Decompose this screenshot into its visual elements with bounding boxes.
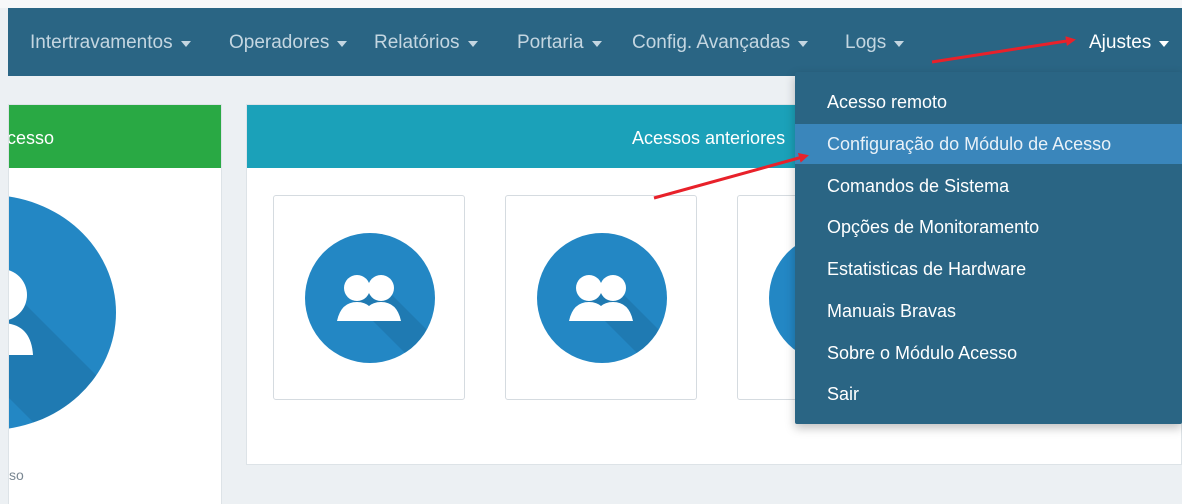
access-card[interactable] bbox=[273, 195, 465, 400]
previous-access-title: Acessos anteriores bbox=[632, 128, 786, 148]
top-navbar: Intertravamentos Operadores Relatórios P… bbox=[8, 8, 1182, 76]
menu-item-acesso-remoto[interactable]: Acesso remoto bbox=[795, 82, 1182, 122]
nav-operadores[interactable]: Operadores bbox=[229, 32, 348, 54]
caret-down-icon bbox=[591, 41, 602, 47]
caret-down-icon bbox=[467, 41, 478, 47]
user-silhouette-icon bbox=[9, 270, 116, 430]
nav-intertravamentos[interactable]: Intertravamentos bbox=[30, 32, 191, 54]
access-panel: cesso so bbox=[8, 104, 222, 504]
caret-down-icon bbox=[1159, 41, 1170, 47]
menu-item-sobre-modulo[interactable]: Sobre o Módulo Acesso bbox=[795, 333, 1182, 373]
nav-ajustes[interactable]: Ajustes bbox=[1089, 32, 1170, 54]
nav-label: Logs bbox=[845, 32, 887, 53]
caret-down-icon bbox=[798, 41, 809, 47]
caret-down-icon bbox=[337, 41, 348, 47]
menu-item-estatisticas-hardware[interactable]: Estatisticas de Hardware bbox=[795, 249, 1182, 289]
nav-label: Operadores bbox=[229, 32, 330, 53]
nav-label: Ajustes bbox=[1089, 32, 1152, 53]
user-group-icon bbox=[305, 233, 435, 363]
menu-item-configuracao-modulo[interactable]: Configuração do Módulo de Acesso bbox=[795, 124, 1182, 164]
menu-item-manuais-bravas[interactable]: Manuais Bravas bbox=[795, 291, 1182, 331]
nav-portaria[interactable]: Portaria bbox=[517, 32, 602, 54]
nav-label: Portaria bbox=[517, 32, 584, 53]
access-panel-header: cesso bbox=[9, 105, 221, 168]
menu-item-comandos-sistema[interactable]: Comandos de Sistema bbox=[795, 166, 1182, 206]
caret-down-icon bbox=[180, 41, 191, 47]
access-panel-footer: so bbox=[9, 467, 24, 483]
menu-item-opcoes-monitoramento[interactable]: Opções de Monitoramento bbox=[795, 207, 1182, 247]
caret-down-icon bbox=[894, 41, 905, 47]
nav-label: Config. Avançadas bbox=[632, 32, 791, 53]
top-strip bbox=[0, 0, 1182, 8]
nav-label: Relatórios bbox=[374, 32, 460, 53]
nav-relatorios[interactable]: Relatórios bbox=[374, 32, 478, 54]
user-group-icon bbox=[537, 233, 667, 363]
access-card[interactable] bbox=[505, 195, 697, 400]
menu-item-sair[interactable]: Sair bbox=[795, 374, 1182, 414]
nav-config-avancadas[interactable]: Config. Avançadas bbox=[632, 32, 809, 54]
nav-logs[interactable]: Logs bbox=[845, 32, 905, 54]
nav-label: Intertravamentos bbox=[30, 32, 173, 53]
user-avatar-icon[interactable] bbox=[9, 195, 116, 430]
ajustes-dropdown-menu: Acesso remoto Configuração do Módulo de … bbox=[795, 72, 1182, 424]
access-panel-title: cesso bbox=[8, 128, 55, 148]
